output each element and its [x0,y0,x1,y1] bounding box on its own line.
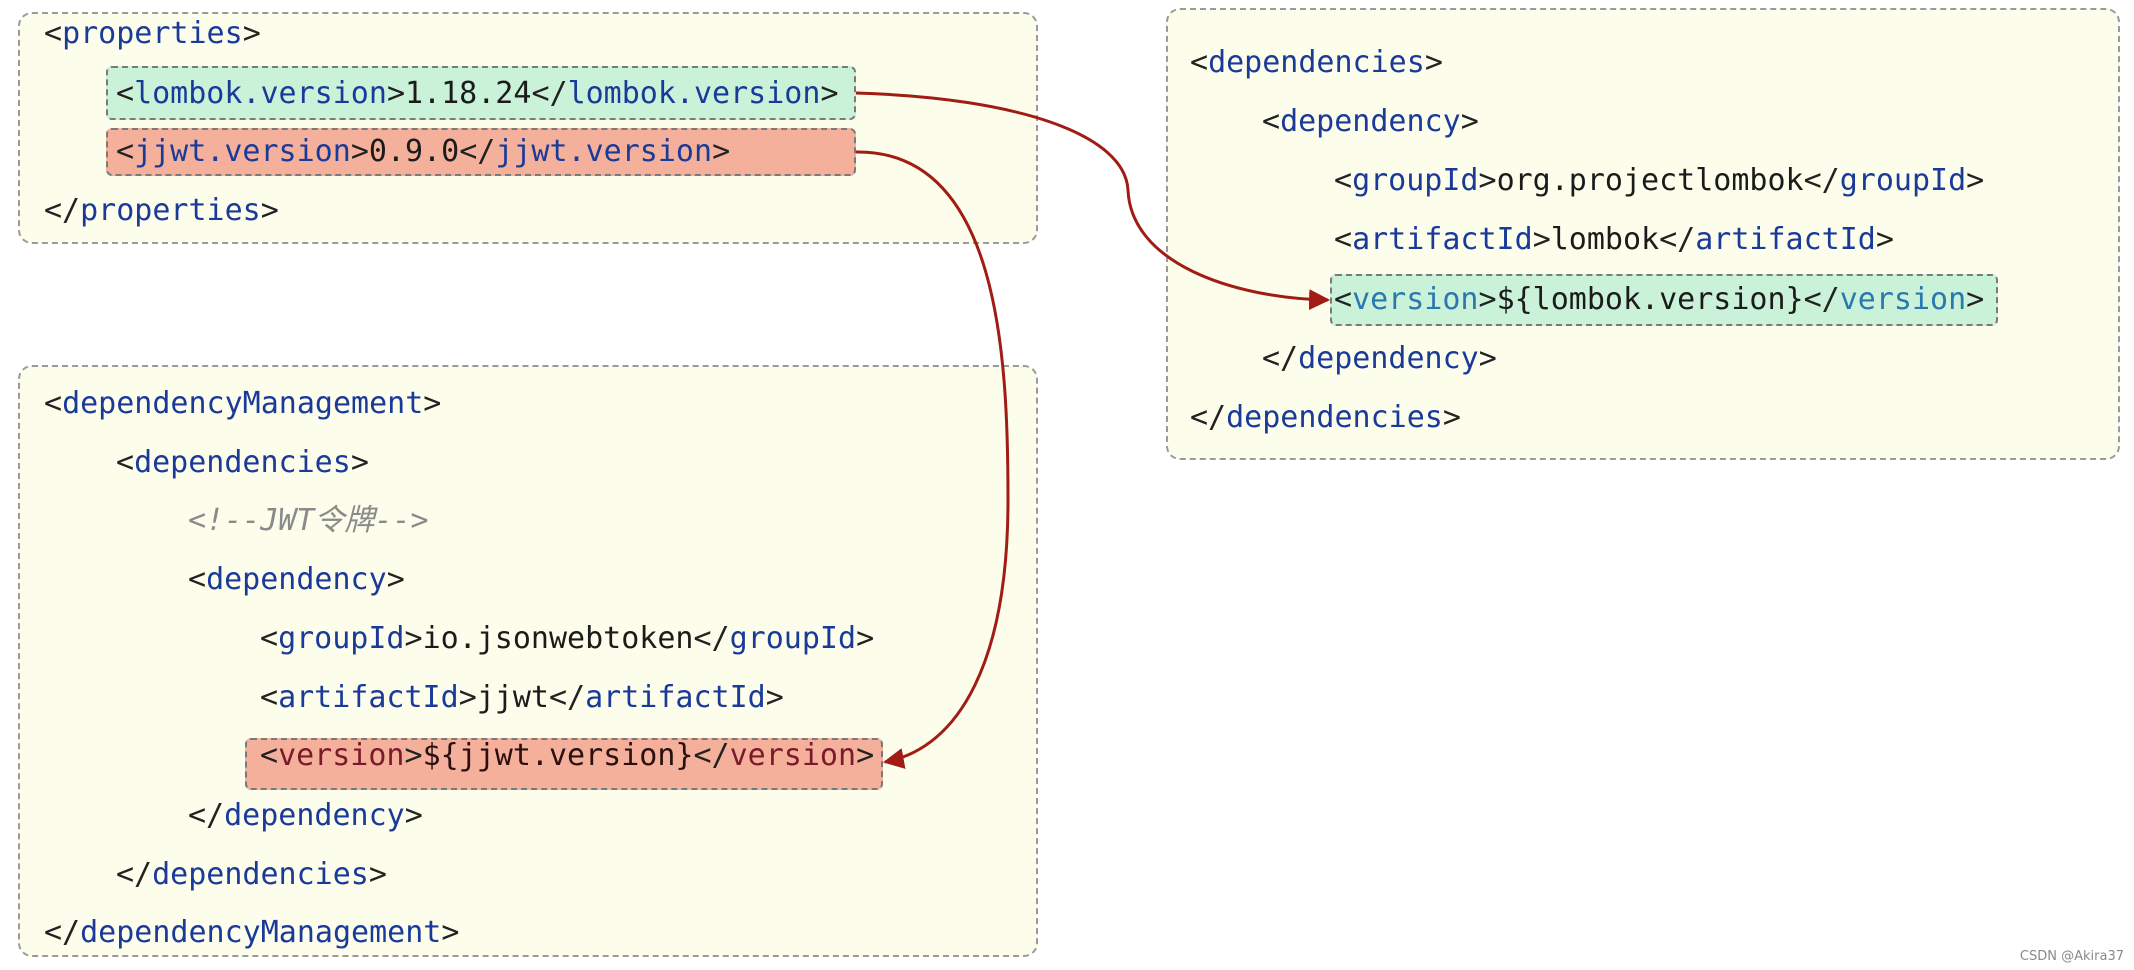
credit-watermark: CSDN @Akira37 [2019,949,2124,964]
lombok-arrow [855,91,1331,311]
jjwt-arrow [855,150,1010,769]
connector-arrows [855,91,1331,769]
